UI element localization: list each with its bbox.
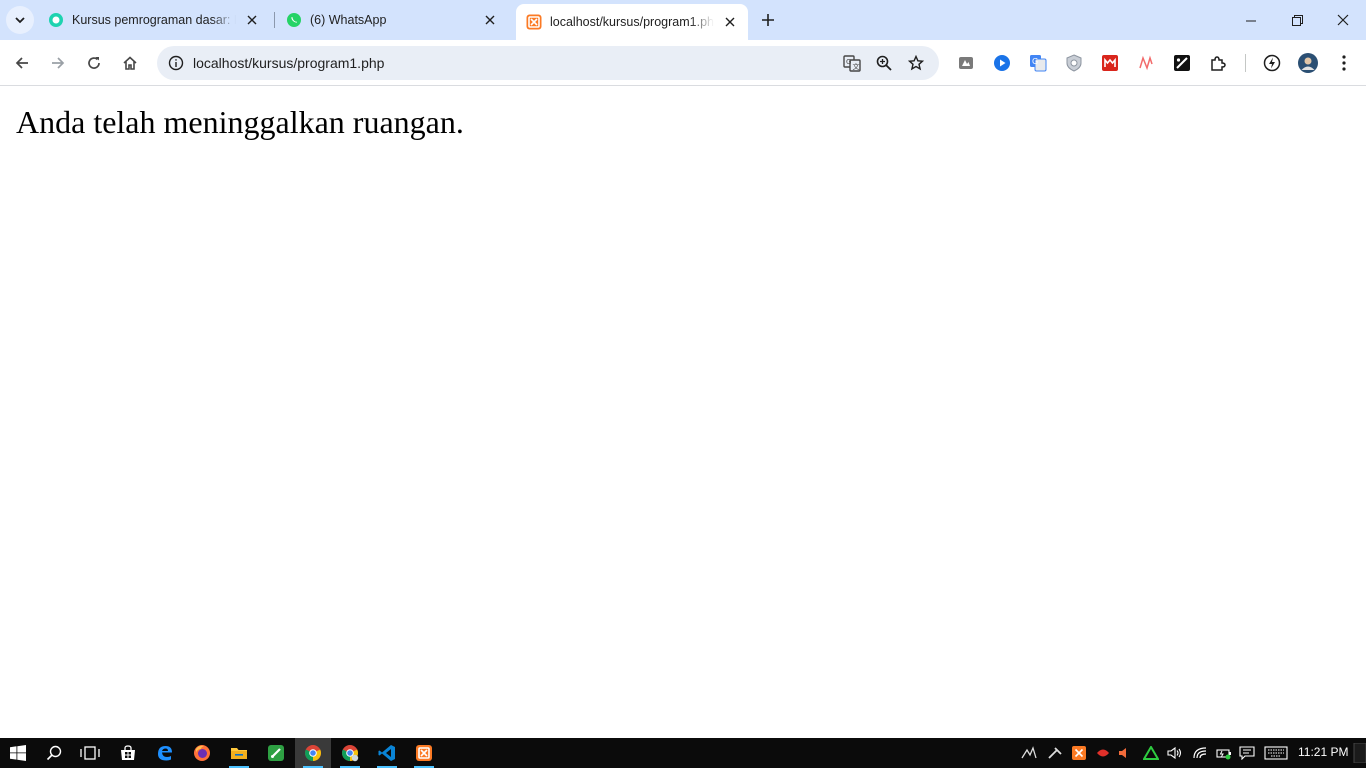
- extension-1-icon[interactable]: [956, 53, 976, 73]
- tab-title: Kursus pemrograman dasar: Pel: [72, 13, 236, 27]
- firefox-icon[interactable]: [184, 738, 220, 768]
- browser-toolbar: localhost/kursus/program1.php G文 G: [0, 40, 1366, 86]
- extension-n-icon[interactable]: [1136, 53, 1156, 73]
- whatsapp-icon: [286, 12, 302, 28]
- plus-icon: [762, 14, 774, 26]
- tab-whatsapp[interactable]: (6) WhatsApp: [276, 4, 508, 36]
- file-explorer-icon[interactable]: [221, 738, 257, 768]
- close-window-button[interactable]: [1320, 0, 1366, 40]
- profile-avatar[interactable]: [1298, 53, 1318, 73]
- home-icon: [123, 56, 137, 70]
- action-center-icon[interactable]: [1238, 745, 1256, 761]
- xampp-icon: [526, 14, 542, 30]
- page-message: Anda telah meninggalkan ruangan.: [16, 104, 464, 140]
- reload-icon: [88, 57, 100, 69]
- menu-button[interactable]: [1334, 53, 1354, 73]
- bookmark-button[interactable]: [904, 51, 928, 75]
- chevron-down-icon: [15, 17, 25, 24]
- toolbar-divider: [1245, 54, 1246, 72]
- zoom-button[interactable]: [872, 51, 896, 75]
- course-icon: [48, 12, 64, 28]
- new-tab-button[interactable]: [756, 8, 780, 32]
- tab-title: localhost/kursus/program1.php: [550, 15, 714, 29]
- google-translate-icon[interactable]: G: [1028, 53, 1048, 73]
- keyboard-icon[interactable]: [1263, 745, 1289, 761]
- translate-icon: G文: [843, 55, 861, 72]
- green-triangle-icon[interactable]: [1142, 745, 1160, 761]
- tab-localhost[interactable]: localhost/kursus/program1.php: [516, 4, 748, 40]
- taskbar: 11:21 PM: [0, 738, 1366, 768]
- task-view-icon[interactable]: [72, 738, 108, 768]
- translate-button[interactable]: G文: [840, 51, 864, 75]
- speaker-alert-icon[interactable]: [1116, 745, 1134, 761]
- show-desktop-button[interactable]: [1350, 743, 1366, 763]
- arrow-left-icon: [15, 57, 28, 69]
- xampp-tray-icon[interactable]: [1070, 745, 1088, 761]
- close-icon[interactable]: [244, 12, 260, 28]
- puzzle-icon[interactable]: [1208, 53, 1228, 73]
- edge-icon[interactable]: [147, 738, 183, 768]
- minimize-button[interactable]: [1228, 0, 1274, 40]
- close-icon[interactable]: [722, 14, 738, 30]
- arrow-right-icon: [52, 57, 65, 69]
- zoom-icon: [876, 55, 892, 71]
- extension-2-icon[interactable]: [992, 53, 1012, 73]
- minimize-icon: [1245, 20, 1256, 21]
- volume-icon[interactable]: [1166, 745, 1184, 761]
- store-icon[interactable]: [110, 738, 146, 768]
- restore-icon: [1291, 14, 1303, 26]
- xampp-icon[interactable]: [406, 738, 442, 768]
- search-icon[interactable]: [36, 738, 72, 768]
- home-button[interactable]: [116, 49, 144, 77]
- address-bar[interactable]: localhost/kursus/program1.php G文: [157, 46, 939, 80]
- network-activity-icon[interactable]: [1020, 745, 1038, 761]
- back-button[interactable]: [8, 49, 36, 77]
- more-vertical-icon: [1342, 55, 1346, 71]
- star-icon: [908, 55, 924, 71]
- restore-button[interactable]: [1274, 0, 1320, 40]
- shield-icon[interactable]: [1064, 53, 1084, 73]
- url-text: localhost/kursus/program1.php: [193, 55, 385, 71]
- clock[interactable]: 11:21 PM: [1298, 745, 1348, 759]
- start-icon[interactable]: [0, 738, 36, 768]
- battery-icon[interactable]: [1215, 745, 1233, 761]
- svg-text:G: G: [1032, 57, 1038, 66]
- wifi-icon[interactable]: [1191, 745, 1209, 761]
- info-icon: [168, 55, 184, 71]
- extension-black-icon[interactable]: [1172, 53, 1192, 73]
- close-icon: [1337, 14, 1349, 26]
- chrome-alt-icon[interactable]: [332, 738, 368, 768]
- tab-search-button[interactable]: [6, 6, 34, 34]
- red-tray-icon[interactable]: [1094, 745, 1112, 761]
- forward-button[interactable]: [44, 49, 72, 77]
- chrome-icon[interactable]: [295, 738, 331, 768]
- site-info-button[interactable]: [165, 52, 187, 74]
- tab-title: (6) WhatsApp: [310, 13, 387, 27]
- vscode-icon[interactable]: [369, 738, 405, 768]
- tab-kursus[interactable]: Kursus pemrograman dasar: Pel: [38, 4, 270, 36]
- close-icon[interactable]: [482, 12, 498, 28]
- green-app-icon[interactable]: [258, 738, 294, 768]
- performance-icon[interactable]: [1262, 53, 1282, 73]
- svg-text:文: 文: [853, 62, 860, 71]
- extension-red-icon[interactable]: [1100, 53, 1120, 73]
- tab-strip: Kursus pemrograman dasar: Pel (6) WhatsA…: [0, 0, 1366, 40]
- tool-icon[interactable]: [1046, 745, 1064, 761]
- tab-separator: [274, 12, 275, 28]
- page-content: Anda telah meninggalkan ruangan.: [0, 87, 1366, 738]
- reload-button[interactable]: [80, 49, 108, 77]
- svg-text:G: G: [846, 58, 851, 66]
